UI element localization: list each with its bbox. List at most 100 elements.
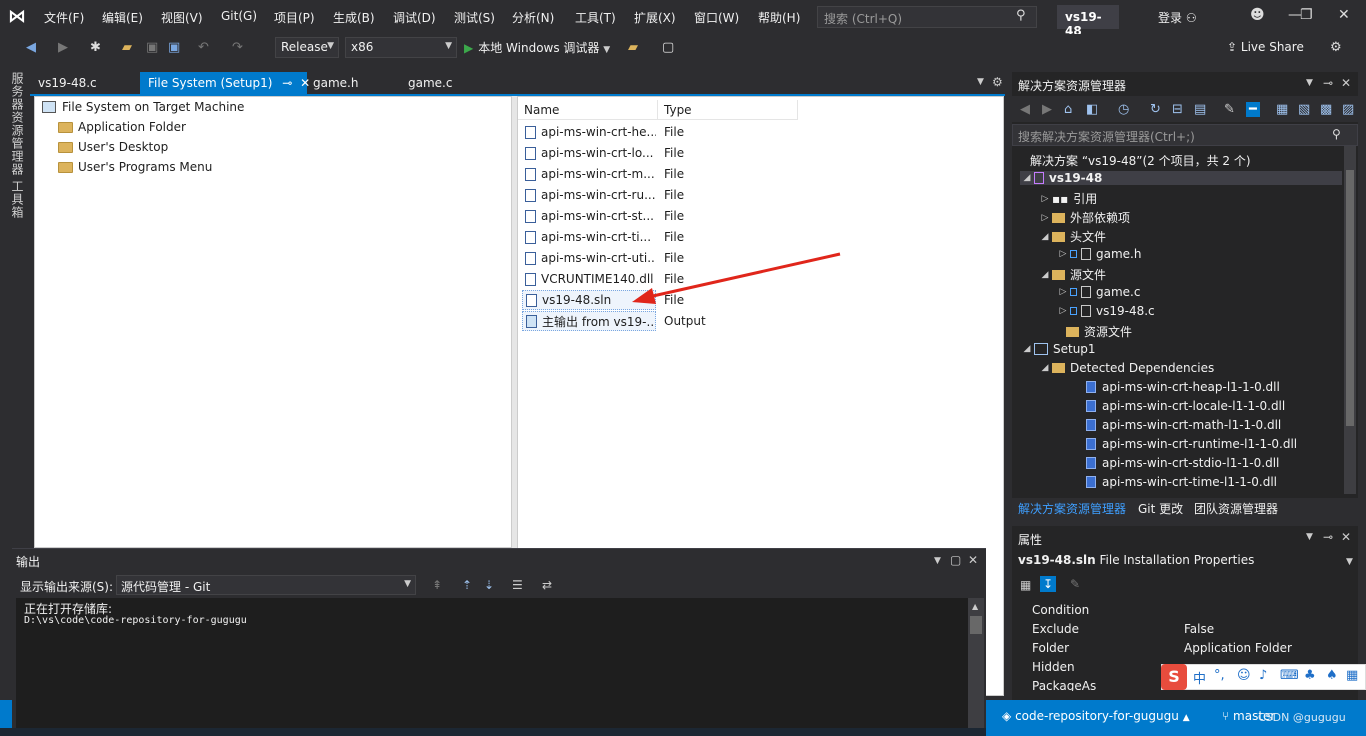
configuration-select[interactable]: Release ▼ <box>275 37 339 58</box>
skin-icon[interactable]: ♣ <box>1304 668 1316 683</box>
tree-game-c[interactable]: ▷ game.c <box>1056 285 1141 299</box>
chevron-down-icon[interactable]: ▼ <box>1306 532 1313 542</box>
word-wrap-icon[interactable]: ⇄ <box>542 578 552 592</box>
tree-dll[interactable]: api-ms-win-crt-heap-l1-1-0.dll <box>1086 380 1280 394</box>
list-item[interactable]: api-ms-win-crt-lo... <box>522 143 656 163</box>
properties-wrench-icon[interactable]: ✎ <box>1224 102 1235 117</box>
collapse-all-icon[interactable]: ⊟ <box>1172 102 1183 117</box>
shirt-icon[interactable]: ♠ <box>1326 668 1338 683</box>
chevron-down-icon[interactable]: ▼ <box>934 556 941 566</box>
pending-changes-icon[interactable]: ◷ <box>1118 102 1129 117</box>
maximize-panel-icon[interactable]: ▢ <box>950 553 961 567</box>
menu-view[interactable]: 视图(V) <box>161 9 203 26</box>
sync-icon[interactable]: ↻ <box>1150 102 1161 117</box>
keyboard-icon[interactable]: ⌨ <box>1280 668 1299 683</box>
navigate-back-icon[interactable]: ◀ <box>26 40 36 55</box>
tree-external-deps[interactable]: ▷ 外部依赖项 <box>1038 209 1130 226</box>
tree-dll[interactable]: api-ms-win-crt-stdio-l1-1-0.dll <box>1086 456 1279 470</box>
property-row[interactable]: Exclude False <box>1024 620 1340 639</box>
login-link[interactable]: 登录 ⚇ <box>1158 9 1197 26</box>
list-item[interactable]: api-ms-win-crt-m... <box>522 164 656 184</box>
save-all-icon[interactable]: ▣ <box>168 40 180 55</box>
tree-dll[interactable]: api-ms-win-crt-runtime-l1-1-0.dll <box>1086 437 1297 451</box>
scrollbar-thumb[interactable] <box>1346 170 1354 426</box>
global-search-input[interactable]: 搜索 (Ctrl+Q) <box>817 6 1037 28</box>
launch-conditions-icon[interactable]: ▨ <box>1342 102 1354 117</box>
pin-icon[interactable]: ⊸ <box>282 76 292 90</box>
tab-solution-explorer[interactable]: 解决方案资源管理器 <box>1018 500 1126 517</box>
save-icon[interactable]: ▣ <box>146 40 158 55</box>
open-file-icon[interactable]: ▰ <box>122 40 132 55</box>
tab-git-changes[interactable]: Git 更改 <box>1138 500 1183 517</box>
solution-search-input[interactable]: 搜索解决方案资源管理器(Ctrl+;) <box>1012 124 1358 146</box>
tree-dll[interactable]: api-ms-win-crt-math-l1-1-0.dll <box>1086 418 1281 432</box>
show-all-files-icon[interactable]: ▤ <box>1194 102 1206 117</box>
list-item[interactable]: api-ms-win-crt-st... <box>522 206 656 226</box>
ime-logo[interactable]: S <box>1161 664 1187 690</box>
list-item[interactable]: api-ms-win-crt-he... <box>522 122 656 142</box>
tab-game-c[interactable]: game.c <box>400 72 460 94</box>
column-header-name[interactable]: Name <box>518 100 658 120</box>
menu-help[interactable]: 帮助(H) <box>758 9 800 26</box>
tree-solution[interactable]: 解决方案 “vs19-48”(2 个项目，共 2 个) <box>1016 152 1251 169</box>
tree-detected-deps[interactable]: ◢ Detected Dependencies <box>1038 361 1215 375</box>
property-object-selector[interactable]: vs19-48.sln File Installation Properties <box>1018 553 1254 567</box>
menu-git[interactable]: Git(G) <box>221 9 257 23</box>
forward-icon[interactable]: ▶ <box>1042 102 1052 117</box>
grid-icon[interactable]: ▦ <box>1346 668 1358 683</box>
tab-file-system-setup1[interactable]: File System (Setup1) ⊸ ✕ <box>140 72 310 94</box>
search-icon[interactable]: ⚲ <box>1332 127 1341 141</box>
window-layout-icon[interactable]: ▢ <box>662 40 674 55</box>
property-row[interactable]: Folder Application Folder <box>1024 639 1340 658</box>
maximize-icon[interactable]: ❐ <box>1300 7 1313 23</box>
tree-vs19-48-c[interactable]: ▷ vs19-48.c <box>1056 304 1155 318</box>
tree-header-files[interactable]: ◢ 头文件 <box>1038 228 1106 245</box>
previous-message-icon[interactable]: ⇡ <box>462 578 472 592</box>
property-pages-icon[interactable]: ✎ <box>1070 577 1080 591</box>
navigate-forward-icon[interactable]: ▶ <box>58 40 68 55</box>
menu-file[interactable]: 文件(F) <box>44 9 84 26</box>
list-item[interactable]: api-ms-win-crt-ru... <box>522 185 656 205</box>
visual-studio-logo-icon[interactable]: ⋈ <box>8 6 34 28</box>
menu-tools[interactable]: 工具(T) <box>575 9 616 26</box>
menu-build[interactable]: 生成(B) <box>333 9 375 26</box>
registry-editor-icon[interactable]: ▧ <box>1298 102 1310 117</box>
server-explorer-tab[interactable]: 服务器资源管理器 <box>9 72 26 176</box>
tree-setup1[interactable]: ◢ Setup1 <box>1020 342 1096 356</box>
tab-team-explorer[interactable]: 团队资源管理器 <box>1194 500 1278 517</box>
folder-icon[interactable]: ▰ <box>628 40 638 55</box>
tree-dll[interactable]: api-ms-win-crt-locale-l1-1-0.dll <box>1086 399 1285 413</box>
undo-icon[interactable]: ↶ <box>198 40 209 55</box>
tab-list-dropdown-icon[interactable]: ▼ <box>977 77 984 87</box>
property-row[interactable]: Condition <box>1024 601 1340 620</box>
tree-resource-files[interactable]: 资源文件 <box>1052 323 1132 340</box>
new-project-icon[interactable]: ✱ <box>90 40 101 55</box>
platform-select[interactable]: x86 ▼ <box>345 37 457 58</box>
menu-window[interactable]: 窗口(W) <box>694 9 739 26</box>
tree-folder-programs-menu[interactable]: User's Programs Menu <box>58 160 212 174</box>
file-types-icon[interactable]: ▩ <box>1320 102 1332 117</box>
chevron-down-icon[interactable]: ▼ <box>1346 557 1353 567</box>
punctuation-icon[interactable]: °, <box>1214 668 1225 683</box>
tree-root[interactable]: File System on Target Machine <box>42 100 244 114</box>
alphabetical-icon[interactable]: ↧ <box>1040 576 1057 592</box>
menu-debug[interactable]: 调试(D) <box>393 9 436 26</box>
start-debugging-button[interactable]: ▶ 本地 Windows 调试器 ▼ <box>464 39 610 56</box>
menu-test[interactable]: 测试(S) <box>454 9 495 26</box>
search-icon[interactable]: ⚲ <box>1016 8 1026 23</box>
feedback-icon[interactable]: ☻ <box>1250 7 1265 23</box>
close-panel-icon[interactable]: ✕ <box>1341 76 1351 90</box>
toolbox-tab[interactable]: 工具箱 <box>9 180 26 219</box>
tree-dll[interactable]: api-ms-win-crt-time-l1-1-0.dll <box>1086 475 1277 489</box>
menu-extensions[interactable]: 扩展(X) <box>634 9 676 26</box>
close-window-icon[interactable]: ✕ <box>1338 7 1350 23</box>
home-icon[interactable]: ⌂ <box>1064 102 1072 117</box>
back-icon[interactable]: ◀ <box>1020 102 1030 117</box>
gear-icon[interactable]: ⚙ <box>992 75 1003 89</box>
categorized-icon[interactable]: ▦ <box>1020 578 1031 592</box>
pin-icon[interactable]: ⊸ <box>1323 530 1333 544</box>
menu-edit[interactable]: 编辑(E) <box>102 9 143 26</box>
tree-folder-desktop[interactable]: User's Desktop <box>58 140 168 154</box>
account-settings-icon[interactable]: ⚙ <box>1330 40 1342 55</box>
setup-editor-icon[interactable]: ▦ <box>1276 102 1288 117</box>
